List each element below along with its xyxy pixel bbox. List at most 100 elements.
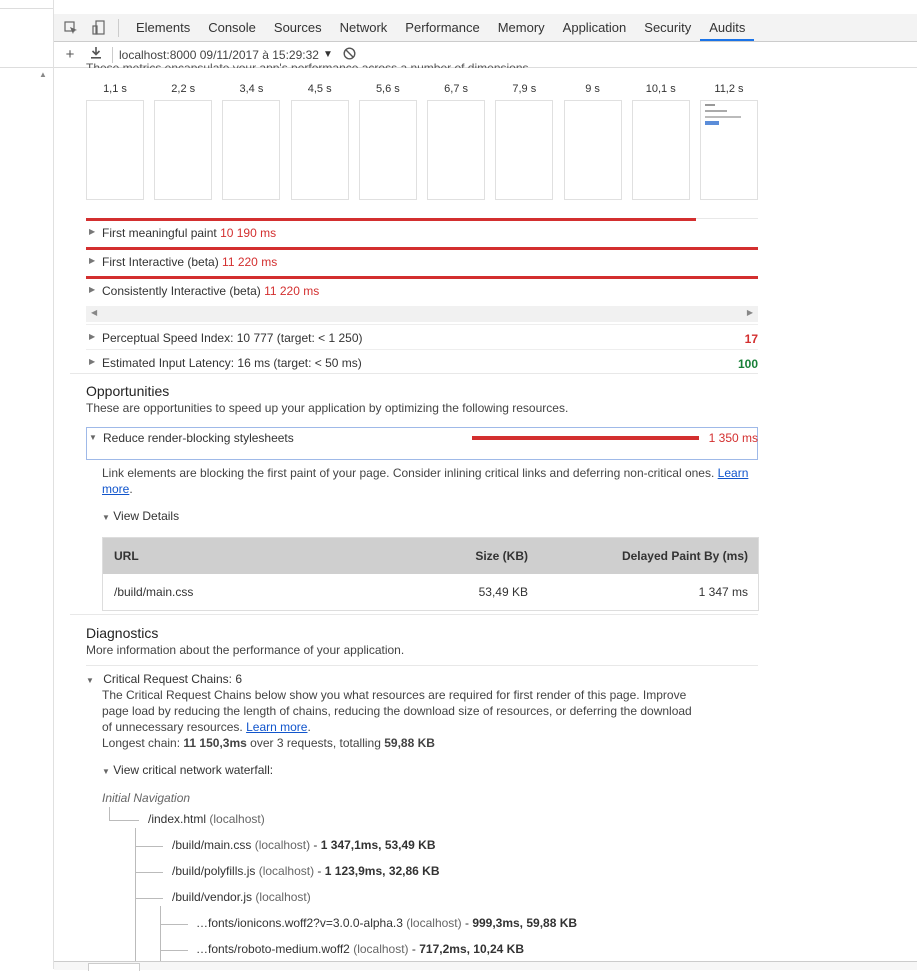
tree-connector [135, 828, 136, 963]
learn-link[interactable]: Learn [718, 466, 749, 480]
node-path: /build/main.css [172, 838, 252, 852]
opportunity-render-blocking[interactable]: ▼ Reduce render-blocking stylesheets 1 3… [86, 427, 758, 460]
collapse-triangle-icon[interactable]: ▼ [86, 676, 94, 685]
table-header: URL Size (KB) Delayed Paint By (ms) [103, 538, 758, 574]
tab-memory[interactable]: Memory [489, 14, 554, 41]
metric-label: First meaningful paint [102, 226, 217, 240]
tree-connector [160, 924, 188, 925]
tab-console[interactable]: Console [199, 14, 265, 41]
metric-label: Perceptual Speed Index: 10 777 (target: … [102, 331, 363, 345]
tree-node-roboto: …fonts/roboto-medium.woff2 (localhost) -… [196, 942, 524, 956]
filmstrip-frame: 3,4 s [222, 82, 281, 200]
tree-connector [109, 807, 110, 820]
frame-time: 4,5 s [307, 83, 332, 95]
node-separator: - [313, 838, 318, 852]
scroll-right-icon[interactable]: ▶ [747, 308, 753, 317]
metric-label: Estimated Input Latency: 16 ms (target: … [102, 356, 362, 370]
frame-thumbnail [495, 100, 554, 200]
metric-first-interactive[interactable]: ▶ First Interactive (beta) 11 220 ms [86, 249, 758, 277]
collapse-triangle-icon[interactable]: ▼ [102, 513, 110, 522]
frame-thumbnail [86, 100, 144, 200]
node-path: /index.html [148, 812, 207, 826]
table-row: /build/main.css 53,49 KB 1 347 ms [103, 574, 758, 610]
node-stats: 1 347,1ms, 53,49 KB [320, 838, 436, 852]
frame-thumbnail [631, 100, 690, 200]
node-separator: - [317, 864, 322, 878]
column-url: URL [114, 549, 139, 563]
tab-audits[interactable]: Audits [700, 14, 755, 41]
expand-triangle-icon[interactable]: ▶ [89, 332, 95, 341]
node-separator: - [411, 942, 416, 956]
metric-first-meaningful-paint[interactable]: ▶ First meaningful paint 10 190 ms [86, 220, 758, 248]
node-stats: 999,3ms, 59,88 KB [472, 916, 578, 930]
horizontal-scrollbar[interactable]: ◀ ▶ [86, 306, 758, 322]
cell-delay: 1 347 ms [698, 585, 748, 599]
section-intro-text: These metrics encapsulate your app's per… [86, 61, 532, 68]
metric-value: 11 220 ms [222, 255, 278, 269]
tab-sources[interactable]: Sources [265, 14, 331, 41]
tab-security[interactable]: Security [635, 14, 700, 41]
crc-label: Critical Request Chains: 6 [103, 672, 242, 686]
filmstrip-frame: 7,9 s [495, 82, 554, 200]
device-toolbar-icon[interactable] [88, 17, 110, 39]
filmstrip-frame: 4,5 s [290, 82, 349, 200]
frame-time: 11,2 s [714, 83, 744, 95]
initial-navigation: Initial Navigation [102, 791, 191, 805]
more-link[interactable]: more [102, 482, 129, 496]
metric-score: 17 [744, 332, 758, 346]
opportunity-label: Reduce render-blocking stylesheets [103, 431, 294, 445]
opportunities-title: Opportunities [86, 383, 170, 399]
view-details-toggle[interactable]: ▼ View Details [102, 509, 179, 523]
filmstrip-frame: 2,2 s [154, 82, 213, 200]
view-details-label: View Details [113, 509, 180, 523]
node-host: (localhost) [406, 916, 462, 930]
learn-more-link[interactable]: Learn more [246, 720, 307, 734]
filmstrip-frame: 11,2 s [699, 82, 758, 200]
gutter-header [0, 8, 53, 68]
diagnostics-title: Diagnostics [86, 625, 159, 641]
tab-application[interactable]: Application [554, 14, 636, 41]
expand-triangle-icon[interactable]: ▶ [89, 285, 95, 294]
details-table: URL Size (KB) Delayed Paint By (ms) /bui… [102, 537, 759, 611]
expand-triangle-icon[interactable]: ▶ [89, 256, 95, 265]
drawer-tab[interactable] [88, 963, 140, 971]
frame-thumbnail [222, 100, 281, 200]
expand-triangle-icon[interactable]: ▶ [89, 227, 95, 236]
frame-time: 3,4 s [239, 83, 264, 95]
scroll-up-icon[interactable]: ▲ [34, 70, 52, 79]
collapse-triangle-icon[interactable]: ▼ [102, 767, 110, 776]
node-stats: 1 123,9ms, 32,86 KB [324, 864, 440, 878]
tree-node-index: /index.html (localhost) [148, 812, 265, 826]
frame-time: 5,6 s [375, 83, 400, 95]
tab-network[interactable]: Network [331, 14, 397, 41]
tab-elements[interactable]: Elements [127, 14, 199, 41]
longest-size: 59,88 KB [384, 736, 435, 750]
crc-line-3: of unnecessary resources. Learn more. [102, 720, 311, 734]
node-host: (localhost) [254, 838, 311, 852]
filmstrip-frame: 6,7 s [427, 82, 486, 200]
devtools-toolbar: Elements Console Sources Network Perform… [54, 14, 917, 42]
crc-line: The Critical Request Chains below show y… [102, 688, 687, 702]
frame-thumbnail [290, 100, 349, 200]
collapse-triangle-icon[interactable]: ▼ [89, 433, 97, 442]
cell-size: 53,49 KB [478, 585, 528, 599]
filmstrip-frame: 9 s [563, 82, 622, 200]
metric-label: Consistently Interactive (beta) [102, 284, 261, 298]
node-host: (localhost) [353, 942, 409, 956]
add-icon[interactable]: + [60, 46, 80, 63]
waterfall-toggle[interactable]: ▼ View critical network waterfall: [102, 763, 273, 777]
tab-performance[interactable]: Performance [396, 14, 488, 41]
inspect-element-icon[interactable] [60, 17, 82, 39]
node-path: /build/polyfills.js [172, 864, 256, 878]
filmstrip-frame: 1,1 s [86, 82, 144, 200]
expand-triangle-icon[interactable]: ▶ [89, 357, 95, 366]
metric-consistently-interactive[interactable]: ▶ Consistently Interactive (beta) 11 220… [86, 278, 758, 306]
tree-node-polyfills: /build/polyfills.js (localhost) - 1 123,… [172, 864, 440, 878]
opportunities-description: These are opportunities to speed up your… [86, 401, 569, 415]
filmstrip-frame: 10,1 s [631, 82, 690, 200]
vertical-scrollbar[interactable]: ▲ [34, 70, 52, 960]
node-path: …fonts/ionicons.woff2?v=3.0.0-alpha.3 [196, 916, 403, 930]
help-text: Link elements are blocking the first pai… [102, 466, 715, 480]
scroll-left-icon[interactable]: ◀ [91, 308, 97, 317]
tree-connector [160, 906, 161, 963]
